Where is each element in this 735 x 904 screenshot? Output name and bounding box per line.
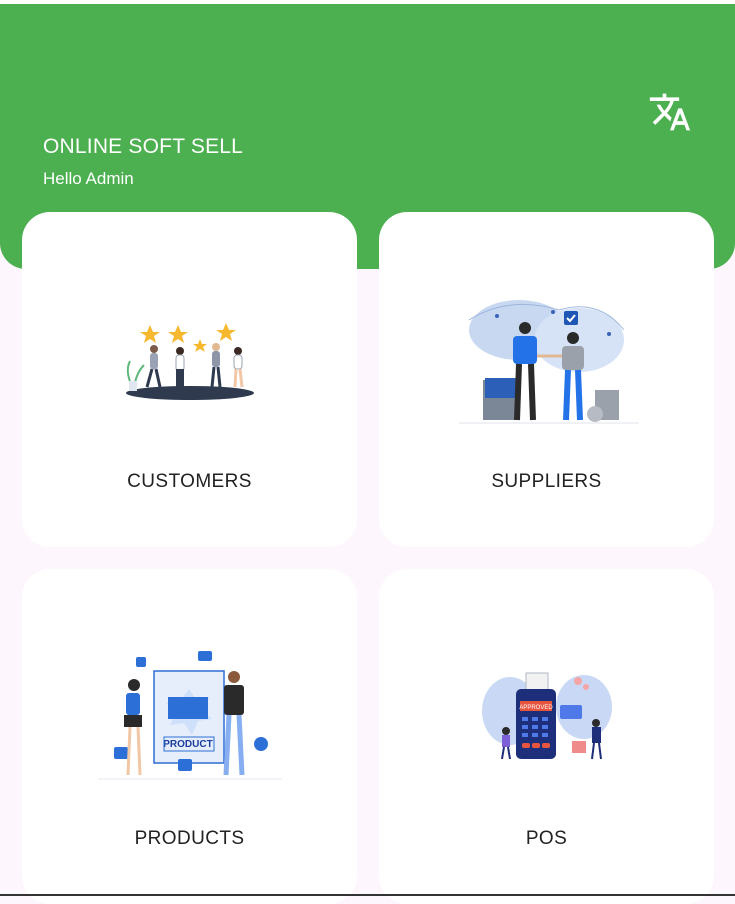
pos-receipt-text: APPROVED [519,705,553,711]
app-title: ONLINE SOFT SELL [43,135,244,158]
card-label-suppliers: SUPPLIERS [491,471,602,492]
customers-card[interactable]: CUSTOMERS [22,212,357,547]
suppliers-illustration [458,300,639,424]
customers-illustration [125,323,254,400]
card-label-customers: CUSTOMERS [127,471,252,492]
card-label-products: PRODUCTS [134,828,245,849]
suppliers-card[interactable]: SUPPLIERS [379,212,714,547]
pos-illustration: APPROVED [481,672,612,760]
product-banner-text: PRODUCT [163,739,212,750]
pos-card[interactable]: APPROVED POS [379,569,714,904]
translate-icon [649,93,691,131]
card-label-pos: POS [525,828,568,849]
products-card[interactable]: PRODUCT PRODUCTS [22,569,357,904]
greeting-text: Hello Admin [43,169,134,188]
products-illustration: PRODUCT [97,651,282,780]
translate-button[interactable] [646,88,694,136]
